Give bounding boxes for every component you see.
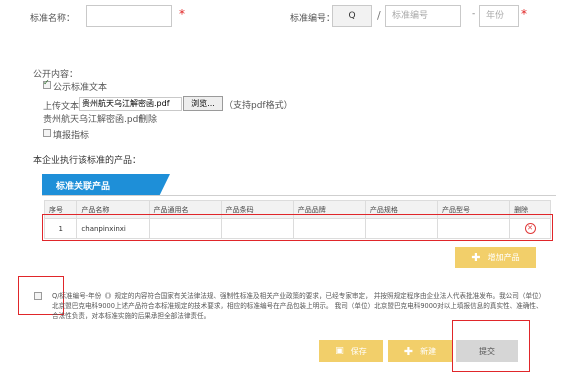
uploaded-file-name: 贵州航天乌江解密函.pdf xyxy=(43,115,142,125)
fill-indicator-label: 填报指标 xyxy=(53,131,90,141)
standard-name-input[interactable] xyxy=(86,5,172,27)
products-tab-bar: 标准关联产品 xyxy=(42,174,556,196)
plus-icon: ✚ xyxy=(403,344,414,358)
required-mark: * xyxy=(179,7,185,21)
highlight-submit-button xyxy=(452,320,530,372)
code-slash: / xyxy=(377,9,381,22)
highlight-product-row xyxy=(42,214,553,241)
add-product-button[interactable]: ✚ 增加产品 xyxy=(455,247,536,268)
tab-related-products[interactable]: 标准关联产品 xyxy=(42,174,170,195)
add-product-button-label: 增加产品 xyxy=(487,253,520,262)
declaration-text: Q/标准编号-年份《》规定的内容符合国家有关法律法规、强制性标准及相关产业政策的… xyxy=(52,292,546,320)
save-button[interactable]: ▣ 保存 xyxy=(319,340,383,362)
delete-file-link[interactable]: 删除 xyxy=(139,112,157,125)
save-button-label: 保存 xyxy=(350,346,367,356)
standard-name-label: 标准名称： xyxy=(30,14,76,24)
code-dash: - xyxy=(472,9,476,19)
declaration-checkbox[interactable] xyxy=(34,292,42,300)
new-button[interactable]: ✚ 新建 xyxy=(388,340,452,362)
code-prefix-box: Q xyxy=(332,5,372,27)
code-prefix: Q xyxy=(348,11,356,21)
tab-related-products-label: 标准关联产品 xyxy=(56,182,111,192)
year-input[interactable] xyxy=(479,5,519,27)
publish-text-label: 公示标准文本 xyxy=(53,83,108,93)
public-content-title: 公开内容： xyxy=(33,70,79,80)
plus-icon: ✚ xyxy=(471,251,481,264)
standard-code-label: 标准编号： xyxy=(290,14,336,24)
standard-code-input[interactable] xyxy=(385,5,461,27)
upload-file-value: 贵州航天乌江解密函.pdf xyxy=(82,99,170,108)
save-icon: ▣ xyxy=(335,346,344,356)
publish-text-checkbox[interactable] xyxy=(43,78,51,89)
new-button-label: 新建 xyxy=(420,346,437,356)
fill-indicator-checkbox[interactable] xyxy=(43,129,51,137)
browse-button-label: 浏览... xyxy=(191,99,215,108)
browse-button[interactable]: 浏览... xyxy=(183,96,223,111)
products-section-title: 本企业执行该标准的产品： xyxy=(33,156,142,166)
pdf-format-hint: （支持pdf格式） xyxy=(224,101,293,111)
upload-file-field[interactable]: 贵州航天乌江解密函.pdf xyxy=(79,97,182,111)
required-mark: * xyxy=(521,7,527,21)
